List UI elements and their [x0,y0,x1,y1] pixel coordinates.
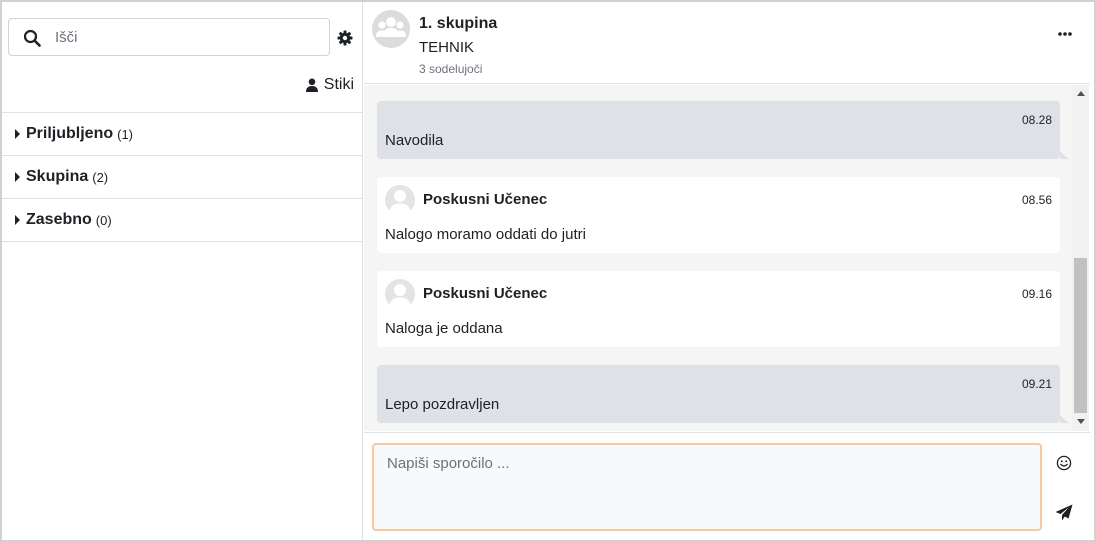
avatar [385,279,415,309]
message-scrollbar[interactable] [1072,85,1089,431]
message-own: 08.28 Navodila [377,101,1068,159]
contacts-label: Stiki [323,76,354,93]
messaging-window: Stiki Priljubljeno (1) Skupina (2) Zaseb… [0,0,1096,542]
caret-right-icon [15,129,20,139]
conversation-panel: 1. skupina TEHNIK 3 sodelujoči 08.28 Nav… [364,2,1094,540]
contacts-link[interactable]: Stiki [305,76,354,94]
section-name: Skupina [26,168,89,185]
ellipsis-icon[interactable] [1058,31,1072,37]
section-group[interactable]: Skupina (2) [2,156,362,199]
group-avatar [372,10,410,48]
scroll-up-arrow-icon[interactable] [1077,91,1085,96]
section-count: (2) [92,169,109,185]
conversation-title: 1. skupina [419,15,498,32]
section-private[interactable]: Zasebno (0) [2,199,362,242]
scrollbar-thumb[interactable] [1074,258,1087,413]
message-time: 09.16 [1021,287,1052,301]
message-text: Lepo pozdravljen [385,396,500,413]
bubble-tail [1060,151,1068,159]
participant-count: 3 sodelujoči [419,62,483,76]
conversation-list-panel: Stiki Priljubljeno (1) Skupina (2) Zaseb… [2,2,363,540]
bubble-tail [1060,415,1068,423]
message-other: Poskusni Učenec 09.16 Naloga je oddana [377,271,1060,347]
avatar [385,185,415,215]
search-box[interactable] [8,18,330,56]
message-input[interactable] [372,443,1042,531]
section-name: Zasebno [26,211,92,228]
caret-right-icon [15,172,20,182]
message-text: Naloga je oddana [385,320,503,337]
conversation-subtitle: TEHNIK [419,39,475,56]
user-avatar-icon [389,284,411,309]
message-other: Poskusni Učenec 08.56 Nalogo moramo odda… [377,177,1060,253]
message-time: 08.56 [1021,193,1052,207]
message-list[interactable]: 08.28 Navodila Poskusni Učenec 08.56 Nal… [364,85,1072,431]
smile-icon[interactable] [1056,455,1072,471]
search-icon [23,29,41,47]
conversation-sections: Priljubljeno (1) Skupina (2) Zasebno (0) [2,112,362,242]
message-time: 09.21 [1021,377,1052,391]
message-own: 09.21 Lepo pozdravljen [377,365,1068,423]
message-text: Navodila [385,132,444,149]
composer-area [364,432,1090,540]
gear-icon[interactable] [337,30,353,46]
section-name: Priljubljeno [26,125,114,142]
group-icon [376,17,406,37]
section-count: (1) [117,126,134,142]
user-icon [305,78,318,92]
message-text: Nalogo moramo oddati do jutri [385,226,586,243]
scroll-down-arrow-icon[interactable] [1077,419,1085,424]
paper-plane-icon[interactable] [1055,504,1073,521]
section-count: (0) [95,212,112,228]
sender-name: Poskusni Učenec [423,191,548,208]
caret-right-icon [15,215,20,225]
search-input[interactable] [55,25,315,49]
sender-name: Poskusni Učenec [423,285,548,302]
section-favourites[interactable]: Priljubljeno (1) [2,113,362,156]
conversation-header: 1. skupina TEHNIK 3 sodelujoči [364,2,1090,84]
user-avatar-icon [389,190,411,215]
message-time: 08.28 [1021,113,1052,127]
